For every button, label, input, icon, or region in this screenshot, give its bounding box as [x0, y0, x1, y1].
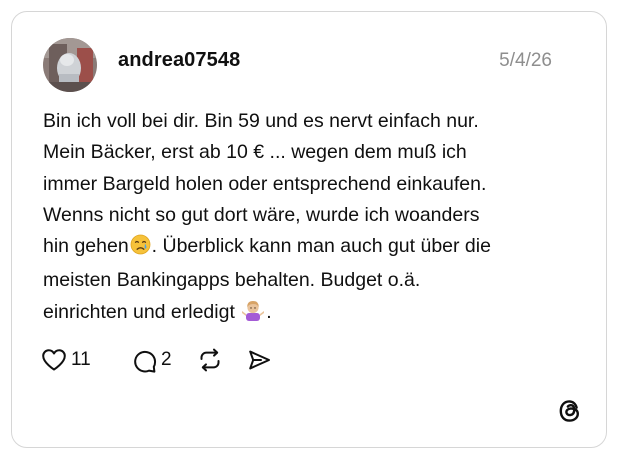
- post-body: Bin ich voll bei dir. Bin 59 und es nerv…: [43, 106, 583, 331]
- heart-icon: [41, 348, 67, 372]
- share-button[interactable]: [246, 346, 272, 374]
- repost-button[interactable]: [197, 346, 223, 374]
- post-line-1: Bin ich voll bei dir. Bin 59 und es nerv…: [43, 110, 479, 132]
- threads-logo-icon: [556, 397, 584, 425]
- post-line-5-end: . Überblick kann man auch gut über die: [151, 235, 491, 258]
- post-line-7-start: einrichten und erledigt: [43, 300, 241, 323]
- post-line-2: Mein Bäcker, erst ab 10 € ... wegen dem …: [43, 141, 467, 164]
- post-line-7-end: .: [266, 300, 272, 323]
- post-line-3: immer Bargeld holen oder entsprechend ei…: [43, 172, 487, 195]
- post-line-4: Wenns nicht so gut dort wäre, wurde ich …: [43, 203, 480, 226]
- person-shrugging-emoji: [241, 299, 265, 331]
- post-line-6: meisten Bankingapps behalten. Budget o.ä…: [43, 269, 421, 292]
- avatar[interactable]: [43, 38, 97, 92]
- reply-count: 2: [161, 349, 172, 370]
- threads-post-card: andrea07548 5/4/26 Bin ich voll bei dir.…: [11, 11, 607, 448]
- post-line-5: hin gehen . Überblick kann man auch gut …: [43, 231, 583, 265]
- comment-icon: [131, 347, 157, 373]
- reply-button[interactable]: 2: [131, 346, 172, 374]
- post-date: 5/4/26: [499, 50, 552, 71]
- share-icon: [246, 347, 272, 373]
- post-line-7: einrichten und erledigt .: [43, 297, 583, 331]
- repost-icon: [197, 347, 223, 373]
- like-count: 11: [71, 349, 91, 370]
- like-button[interactable]: 11: [41, 346, 91, 374]
- username[interactable]: andrea07548: [118, 49, 240, 72]
- crying-face-emoji: [130, 234, 151, 265]
- post-line-5-start: hin gehen: [43, 235, 129, 258]
